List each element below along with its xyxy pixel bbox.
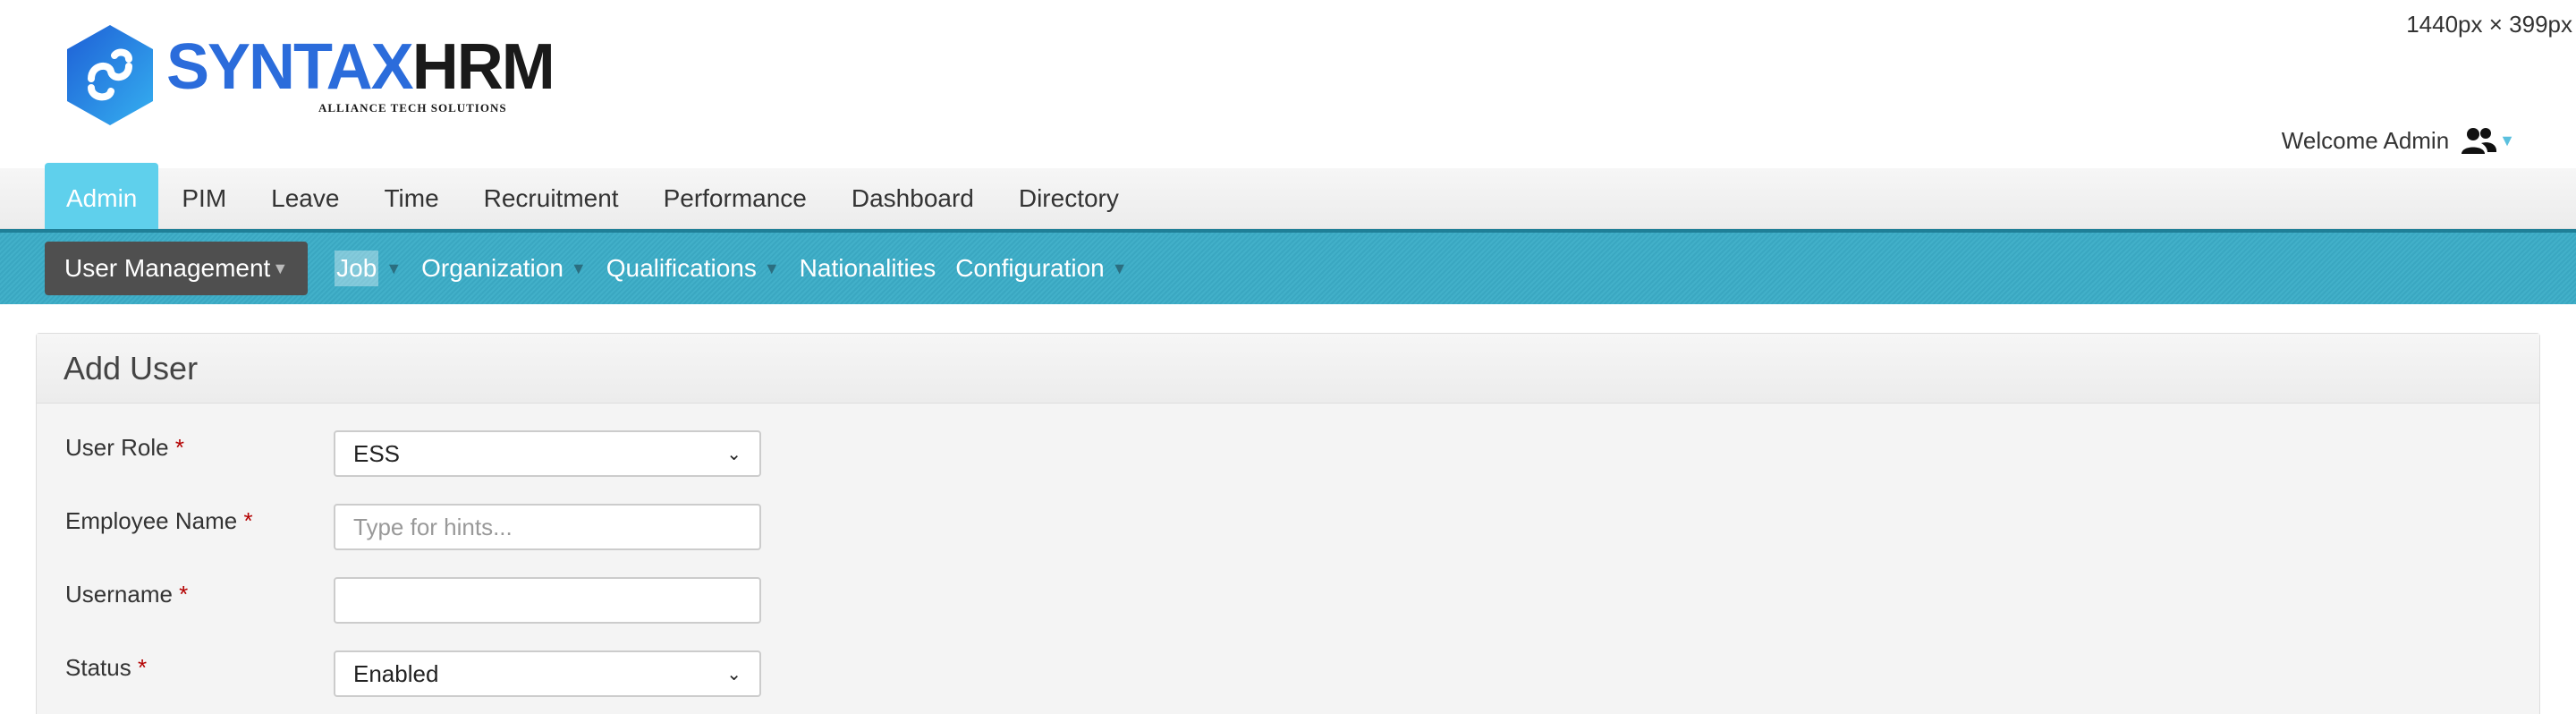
status-select[interactable]: Enabled ⌄ [334, 650, 761, 697]
main-menu: Admin PIM Leave Time Recruitment Perform… [0, 163, 2576, 234]
caret-down-icon: ▼ [570, 259, 587, 277]
main-menu-item-recruitment[interactable]: Recruitment [462, 168, 640, 228]
user-role-row: User Role * ESS ⌄ [65, 430, 761, 480]
brand-logo[interactable]: SYNTAXHRM ALLIANCE TECH SOLUTIONS [64, 23, 555, 127]
main-menu-item-dashboard[interactable]: Dashboard [830, 168, 996, 228]
brand-name-hrm: HRM [411, 31, 555, 103]
main-menu-item-directory[interactable]: Directory [997, 168, 1140, 228]
status-row: Status * Enabled ⌄ [65, 650, 761, 701]
employee-name-placeholder: Type for hints... [353, 513, 513, 540]
username-row: Username * [65, 577, 761, 627]
chevron-down-icon: ▼ [2499, 131, 2515, 149]
chevron-down-icon: ⌄ [726, 664, 741, 684]
sub-menu-item-user-management[interactable]: User Management ▼ [45, 242, 309, 295]
employee-name-label: Employee Name * [65, 507, 253, 534]
add-user-panel: Add User User Role * ESS ⌄ Employee Name… [36, 333, 2540, 714]
main-menu-item-time[interactable]: Time [362, 168, 460, 228]
sub-menu-item-qualifications[interactable]: Qualifications ▼ [606, 242, 780, 295]
caret-down-icon: ▼ [763, 259, 780, 277]
user-role-value: ESS [353, 439, 401, 467]
employee-name-input[interactable]: Type for hints... [334, 504, 761, 550]
required-marker: * [174, 434, 184, 461]
sub-menu-label: Organization [421, 254, 564, 282]
required-marker: * [137, 654, 148, 681]
username-label: Username * [65, 581, 189, 608]
sub-menu-label: User Management [64, 254, 271, 282]
main-menu-item-leave[interactable]: Leave [250, 168, 360, 228]
sub-menu-item-configuration[interactable]: Configuration ▼ [955, 242, 1127, 295]
viewport-size-label: 1440px × 399px [2406, 11, 2572, 38]
user-role-label: User Role * [65, 434, 184, 461]
required-marker: * [243, 507, 253, 534]
users-icon [2462, 128, 2497, 154]
sub-menu-label: Configuration [955, 254, 1105, 282]
main-menu-item-performance[interactable]: Performance [642, 168, 828, 228]
required-marker: * [179, 581, 189, 608]
sub-menu-item-nationalities[interactable]: Nationalities [800, 242, 936, 295]
caret-down-icon: ▼ [1111, 259, 1128, 277]
panel-header: Add User [37, 334, 2539, 404]
sub-menu-label: Job [335, 251, 379, 286]
sub-menu-item-job[interactable]: Job ▼ [335, 242, 402, 295]
welcome-menu[interactable]: Welcome Admin ▼ [2282, 125, 2515, 156]
sub-menu-label: Qualifications [606, 254, 757, 282]
main-menu-item-admin[interactable]: Admin [45, 163, 159, 234]
user-role-select[interactable]: ESS ⌄ [334, 430, 761, 477]
logo-icon [67, 25, 153, 125]
brand-name-syntax: SYNTAX [166, 31, 414, 103]
chevron-down-icon: ⌄ [726, 444, 741, 464]
status-label: Status * [65, 654, 148, 681]
username-input[interactable] [334, 577, 761, 624]
caret-down-icon: ▼ [272, 259, 289, 277]
page-title: Add User [64, 349, 199, 387]
caret-down-icon: ▼ [386, 259, 402, 277]
employee-name-row: Employee Name * Type for hints... [65, 504, 761, 554]
welcome-text: Welcome Admin [2281, 126, 2450, 154]
main-menu-item-pim[interactable]: PIM [160, 168, 248, 228]
sub-menu-item-organization[interactable]: Organization ▼ [421, 242, 587, 295]
sub-menu: User Management ▼ Job ▼ Organization ▼ Qual… [0, 229, 2576, 304]
sub-menu-label: Nationalities [799, 254, 936, 282]
status-value: Enabled [353, 659, 439, 687]
brand-tagline: ALLIANCE TECH SOLUTIONS [318, 101, 507, 115]
